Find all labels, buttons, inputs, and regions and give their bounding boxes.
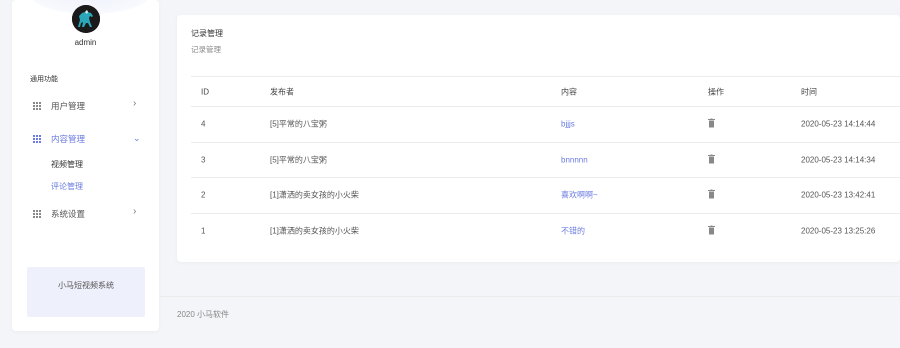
menu-item-system-settings[interactable]: 系统设置 › <box>12 205 159 223</box>
column-header-time[interactable]: 时间 <box>801 86 817 97</box>
table-header: ID 发布者 内容 操作 时间 <box>191 76 900 107</box>
trash-icon <box>708 118 715 128</box>
trash-icon <box>708 154 715 164</box>
menu-item-content-management[interactable]: 内容管理 ⌄ <box>12 130 159 148</box>
table-row: 2 [1]潇洒的卖女孩的小火柴 喜欢啊啊~ 2020-05-23 13:42:4… <box>191 178 900 214</box>
chevron-down-icon: ⌄ <box>133 133 141 143</box>
row-content-link[interactable]: bjjjs <box>561 120 575 129</box>
delete-button[interactable] <box>708 189 715 201</box>
row-publisher: [5]平常的八宝粥 <box>270 119 327 129</box>
avatar[interactable] <box>72 5 100 33</box>
delete-button[interactable] <box>708 118 715 130</box>
row-publisher: [1]潇洒的卖女孩的小火柴 <box>270 226 359 236</box>
records-table: ID 发布者 内容 操作 时间 4 [5]平常的八宝粥 bjjjs 2020-0… <box>191 76 900 249</box>
row-id: 3 <box>201 155 206 165</box>
table-row: 3 [5]平常的八宝粥 bnnnnn 2020-05-23 14:14:34 <box>191 143 900 178</box>
submenu-item-comment-management[interactable]: 评论管理 <box>51 181 83 192</box>
row-time: 2020-05-23 14:14:34 <box>801 155 876 165</box>
row-content-link[interactable]: 不错的 <box>561 226 585 237</box>
menu-item-label: 系统设置 <box>51 209 86 219</box>
row-time: 2020-05-23 13:25:26 <box>801 226 876 236</box>
delete-button[interactable] <box>708 154 715 165</box>
row-time: 2020-05-23 13:42:41 <box>801 190 876 200</box>
menu-item-user-management[interactable]: 用户管理 › <box>12 97 159 115</box>
trash-icon <box>708 225 715 235</box>
column-header-content[interactable]: 内容 <box>561 86 577 97</box>
row-time: 2020-05-23 14:14:44 <box>801 119 876 129</box>
submenu-item-video-management[interactable]: 视频管理 <box>51 159 83 170</box>
row-content-link[interactable]: bnnnnn <box>561 155 588 164</box>
column-header-actions: 操作 <box>708 87 724 96</box>
row-publisher: [5]平常的八宝粥 <box>270 155 327 165</box>
horse-icon <box>72 5 100 33</box>
row-id: 4 <box>201 119 206 129</box>
grid-icon <box>33 210 41 218</box>
grid-icon <box>33 102 41 110</box>
breadcrumb: 记录管理 <box>191 45 221 54</box>
section-label: 通用功能 <box>30 76 58 83</box>
chevron-right-icon: › <box>133 206 137 217</box>
brand-box: 小马短视频系统 <box>27 267 145 317</box>
chevron-right-icon: › <box>133 98 137 109</box>
sidebar: admin 通用功能 用户管理 › 内容管理 ⌄ 视频管理 评论管理 系统设置 … <box>12 0 159 331</box>
row-id: 1 <box>201 226 206 236</box>
trash-icon <box>708 189 715 199</box>
row-id: 2 <box>201 190 206 200</box>
menu-item-label: 用户管理 <box>51 101 86 111</box>
footer-divider <box>159 296 900 297</box>
menu-item-label: 内容管理 <box>51 134 86 144</box>
row-content-link[interactable]: 喜欢啊啊~ <box>561 190 598 201</box>
grid-icon <box>33 135 41 143</box>
user-name: admin <box>74 38 97 47</box>
footer-copyright: 2020 小马软件 <box>177 310 230 319</box>
column-header-id[interactable]: ID <box>201 87 209 96</box>
row-publisher: [1]潇洒的卖女孩的小火柴 <box>270 190 359 200</box>
delete-button[interactable] <box>708 225 715 237</box>
table-row: 1 [1]潇洒的卖女孩的小火柴 不错的 2020-05-23 13:25:26 <box>191 214 900 250</box>
column-header-publisher[interactable]: 发布者 <box>270 86 294 97</box>
table-row: 4 [5]平常的八宝粥 bjjjs 2020-05-23 14:14:44 <box>191 107 900 143</box>
page-title: 记录管理 <box>191 29 223 38</box>
records-card: 记录管理 记录管理 ID 发布者 内容 操作 时间 4 [5]平常的八宝粥 bj… <box>177 15 900 262</box>
